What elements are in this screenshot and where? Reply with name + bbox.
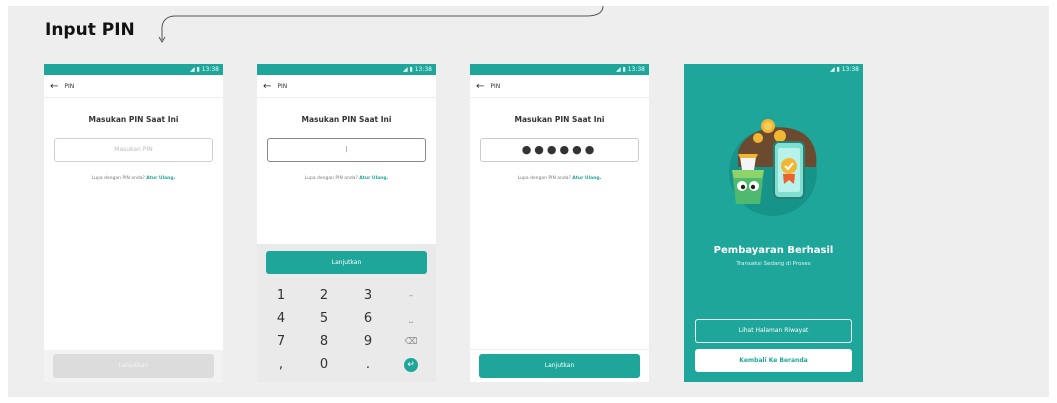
phone-screen-filled: ◢ ▮ 13:38 ← PIN Masukan PIN Saat Ini ●●●… <box>470 64 649 382</box>
status-time: 13:38 <box>201 66 219 73</box>
pin-input-filled[interactable]: ●●●●●● <box>480 138 639 162</box>
pin-title: Masukan PIN Saat Ini <box>88 115 179 124</box>
status-bar: ◢ ▮ 13:38 <box>470 64 649 75</box>
reset-pin-link[interactable]: Atur Ulang. <box>146 176 175 181</box>
key-dot[interactable]: . <box>348 355 388 375</box>
forgot-pin-hint: Lupa dengan PIN anda? Atur Ulang. <box>44 176 223 181</box>
pin-title: Masukan PIN Saat Ini <box>301 115 392 124</box>
phone-screen-keypad: ◢ ▮ 13:38 ← PIN Masukan PIN Saat Ini | L… <box>257 64 436 382</box>
backspace-icon[interactable]: ⌫ <box>391 332 431 352</box>
phone-screen-empty: ◢ ▮ 13:38 ← PIN Masukan PIN Saat Ini Mas… <box>44 64 223 382</box>
key-7[interactable]: 7 <box>261 332 301 352</box>
continue-button-disabled[interactable]: Lanjutkan <box>53 354 214 378</box>
key-0[interactable]: 0 <box>304 355 344 375</box>
app-bar: ← PIN <box>257 75 436 98</box>
pin-input[interactable]: Masukan PIN <box>54 138 213 162</box>
flow-arrow <box>158 5 604 43</box>
key-space[interactable]: ⎵ <box>391 309 431 329</box>
key-minus[interactable]: – <box>391 286 431 306</box>
section-heading: Input PIN <box>45 20 135 40</box>
pin-title: Masukan PIN Saat Ini <box>514 115 605 124</box>
continue-button[interactable]: Lanjutkan <box>479 354 640 378</box>
key-6[interactable]: 6 <box>348 309 388 329</box>
back-arrow-icon[interactable]: ← <box>476 81 484 92</box>
app-bar-title: PIN <box>490 82 501 90</box>
key-8[interactable]: 8 <box>304 332 344 352</box>
key-3[interactable]: 3 <box>348 286 388 306</box>
forgot-text: Lupa dengan PIN anda? <box>304 176 358 181</box>
phone-screen-success: ◢ ▮ 13:38 Pembayaran Berhasil Transaksi … <box>684 64 863 382</box>
app-bar-title: PIN <box>64 82 75 90</box>
forgot-pin-hint: Lupa dengan PIN anda? Atur Ulang. <box>257 176 436 181</box>
back-to-home-button[interactable]: Kembali Ke Beranda <box>695 349 852 372</box>
app-bar-title: PIN <box>277 82 288 90</box>
success-subtitle: Transaksi Sedang di Proses <box>736 261 811 267</box>
status-time: 13:38 <box>414 66 432 73</box>
status-bar: ◢ ▮ 13:38 <box>44 64 223 75</box>
key-2[interactable]: 2 <box>304 286 344 306</box>
back-arrow-icon[interactable]: ← <box>263 81 271 92</box>
app-bar: ← PIN <box>470 75 649 98</box>
key-1[interactable]: 1 <box>261 286 301 306</box>
pin-input-focused[interactable]: | <box>267 138 426 162</box>
forgot-text: Lupa dengan PIN anda? <box>91 176 145 181</box>
status-bar: ◢ ▮ 13:38 <box>257 64 436 75</box>
bottom-bar: Lanjutkan <box>470 349 649 382</box>
app-bar: ← PIN <box>44 75 223 98</box>
payment-success-illustration <box>729 119 817 216</box>
key-9[interactable]: 9 <box>348 332 388 352</box>
status-time: 13:38 <box>627 66 645 73</box>
status-bar: ◢ ▮ 13:38 <box>684 64 863 75</box>
numeric-keypad: Lanjutkan 1 2 3 – 4 5 6 ⎵ 7 8 9 ⌫ , 0 . … <box>257 244 436 382</box>
view-history-button[interactable]: Lihat Halaman Riwayat <box>695 319 852 343</box>
continue-button[interactable]: Lanjutkan <box>266 251 427 274</box>
key-comma[interactable]: , <box>261 355 301 375</box>
reset-pin-link[interactable]: Atur Ulang. <box>572 176 601 181</box>
back-arrow-icon[interactable]: ← <box>50 81 58 92</box>
forgot-text: Lupa dengan PIN anda? <box>517 176 571 181</box>
key-5[interactable]: 5 <box>304 309 344 329</box>
bottom-bar: Lanjutkan <box>44 350 223 382</box>
reset-pin-link[interactable]: Atur Ulang. <box>359 176 388 181</box>
status-time: 13:38 <box>841 66 859 73</box>
success-title: Pembayaran Berhasil <box>713 245 834 256</box>
enter-icon[interactable]: ↵ <box>404 358 418 372</box>
forgot-pin-hint: Lupa dengan PIN anda? Atur Ulang. <box>470 176 649 181</box>
key-4[interactable]: 4 <box>261 309 301 329</box>
